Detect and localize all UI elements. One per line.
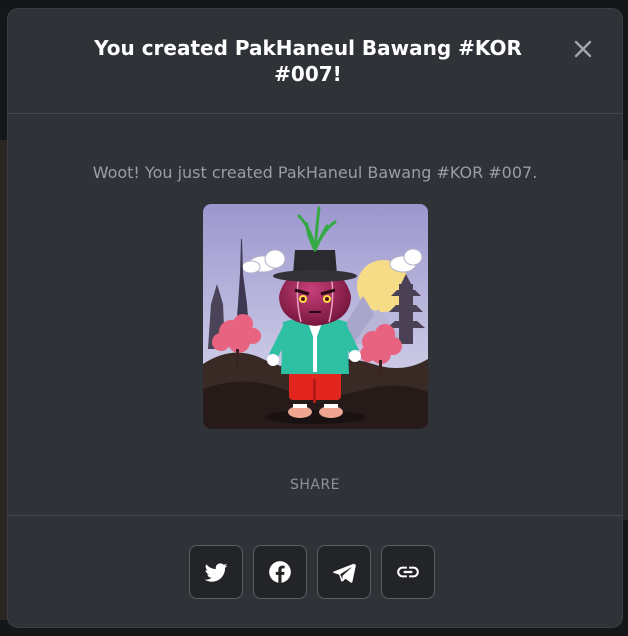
twitter-icon	[204, 563, 228, 582]
telegram-icon	[333, 563, 356, 583]
link-icon	[397, 566, 419, 578]
backdrop-left	[0, 140, 8, 620]
footer-divider	[8, 515, 622, 516]
modal-message: Woot! You just created PakHaneul Bawang …	[92, 163, 538, 182]
share-link-button[interactable]	[381, 545, 435, 599]
nft-image	[203, 204, 428, 429]
facebook-icon	[269, 561, 291, 583]
modal-header: You created PakHaneul Bawang #KOR #007!	[8, 9, 622, 114]
share-buttons	[189, 545, 435, 599]
share-label: SHARE	[289, 477, 341, 493]
modal-title: You created PakHaneul Bawang #KOR #007!	[94, 36, 522, 86]
close-icon	[574, 40, 592, 58]
backdrop-right	[622, 160, 628, 520]
share-twitter-button[interactable]	[189, 545, 243, 599]
close-button[interactable]	[570, 36, 596, 62]
share-telegram-button[interactable]	[317, 545, 371, 599]
share-facebook-button[interactable]	[253, 545, 307, 599]
success-modal: You created PakHaneul Bawang #KOR #007! …	[8, 9, 622, 627]
